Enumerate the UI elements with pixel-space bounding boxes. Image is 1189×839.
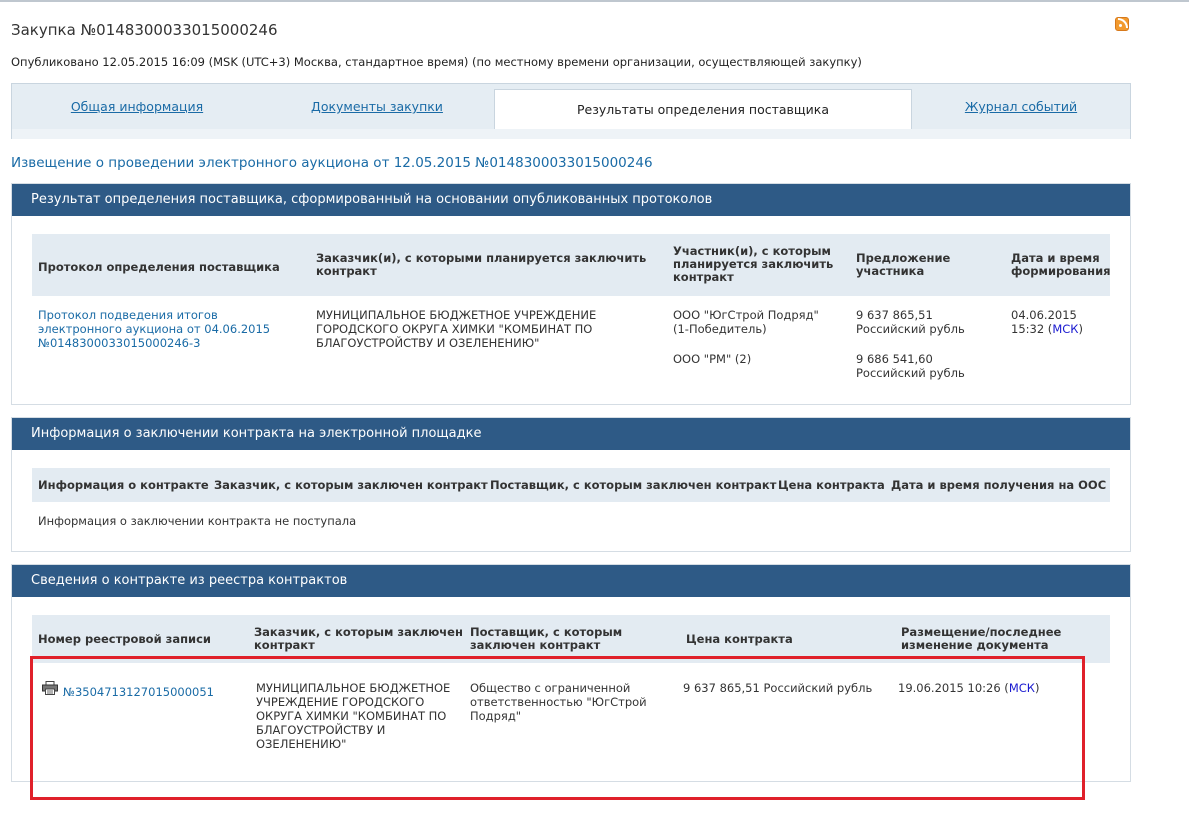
formation-date: 04.06.2015 15:32 (МСК) <box>1011 308 1083 336</box>
section-contract-platform: Информация о заключении контракта на эле… <box>11 417 1131 552</box>
customer-name: МУНИЦИПАЛЬНОЕ БЮДЖЕТНОЕ УЧРЕЖДЕНИЕ ГОРОД… <box>316 308 597 350</box>
notice-link[interactable]: Извещение о проведении электронного аукц… <box>11 155 653 171</box>
col-date: Размещение/последнее изменение документа <box>901 625 1062 652</box>
highlight-box <box>30 656 1085 800</box>
section-supplier-result: Результат определения поставщика, сформи… <box>11 183 1131 405</box>
results-table: Протокол определения поставщика Заказчик… <box>32 234 1111 394</box>
top-border <box>0 0 1189 2</box>
col-price: Цена контракта <box>778 478 885 492</box>
tab-event-log[interactable]: Журнал событий <box>912 84 1130 129</box>
col-customer: Заказчик(и), с которыми планируется закл… <box>316 251 647 278</box>
col-date: Дата и время формирования <box>1011 251 1111 278</box>
table-header: Информация о контракте Заказчик, с котор… <box>32 468 1110 502</box>
col-contract-info: Информация о контракте <box>38 478 209 492</box>
col-price: Цена контракта <box>686 632 793 646</box>
col-customer: Заказчик, с которым заключен контракт <box>254 625 463 652</box>
col-supplier: Поставщик, с которым заключен контракт <box>470 625 623 652</box>
col-offer: Предложение участника <box>856 251 951 278</box>
col-date: Дата и время получения на ООС <box>891 478 1107 492</box>
col-customer: Заказчик, с которым заключен контракт <box>214 478 488 492</box>
tab-results[interactable]: Результаты определения поставщика <box>494 89 912 129</box>
platform-table: Информация о контракте Заказчик, с котор… <box>32 468 1110 538</box>
participant-2: ООО "РМ" (2) <box>673 352 752 366</box>
offer-1: 9 637 865,51 Российский рубль <box>856 308 965 336</box>
page-title: Закупка №0148300033015000246 <box>11 21 278 39</box>
section-title: Результат определения поставщика, сформи… <box>12 184 1130 216</box>
rss-icon[interactable] <box>1115 17 1129 31</box>
timezone-link[interactable]: МСК <box>1052 322 1078 336</box>
tab-general-info[interactable]: Общая информация <box>12 84 262 129</box>
section-title: Сведения о контракте из реестра контракт… <box>12 565 1130 597</box>
protocol-link[interactable]: Протокол подведения итогов электронного … <box>38 308 303 350</box>
tab-documents[interactable]: Документы закупки <box>262 84 492 129</box>
col-participant: Участник(и), с которым планируется заклю… <box>673 244 834 284</box>
col-supplier: Поставщик, с которым заключен контракт <box>490 478 777 492</box>
offer-2: 9 686 541,60 Российский рубль <box>856 352 965 380</box>
section-title: Информация о заключении контракта на эле… <box>12 418 1130 450</box>
tab-bar-bottom <box>12 129 1130 139</box>
participant-1: ООО "ЮгСтрой Подряд" (1-Победитель) <box>673 308 819 336</box>
col-protocol: Протокол определения поставщика <box>38 260 280 274</box>
empty-message: Информация о заключении контракта не пос… <box>38 514 357 528</box>
published-info: Опубликовано 12.05.2015 16:09 (MSK (UTC+… <box>11 55 862 69</box>
table-header: Протокол определения поставщика Заказчик… <box>32 234 1111 296</box>
col-registry-number: Номер реестровой записи <box>38 632 211 646</box>
tab-bar: Общая информация Документы закупки Резул… <box>11 83 1131 139</box>
